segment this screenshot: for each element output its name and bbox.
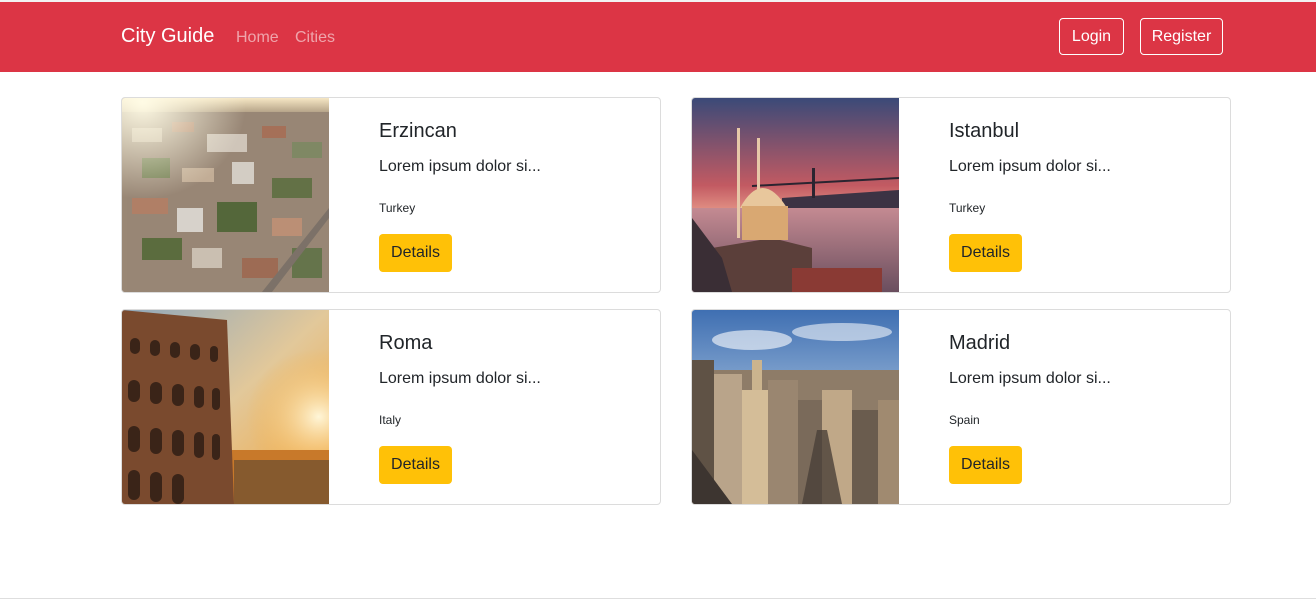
card-country: Italy bbox=[379, 413, 402, 427]
details-button[interactable]: Details bbox=[379, 234, 452, 272]
page: City Guide Home Cities Login Register Er… bbox=[0, 0, 1316, 614]
city-image-madrid bbox=[692, 310, 899, 504]
card-text: Lorem ipsum dolor si... bbox=[949, 370, 1111, 387]
details-button[interactable]: Details bbox=[949, 234, 1022, 272]
brand-link[interactable]: City Guide bbox=[121, 25, 214, 48]
register-button[interactable]: Register bbox=[1140, 18, 1223, 55]
details-button[interactable]: Details bbox=[949, 446, 1022, 484]
footer-divider bbox=[0, 598, 1316, 599]
nav-link-home[interactable]: Home bbox=[236, 29, 279, 47]
city-card-madrid: Madrid Lorem ipsum dolor si... Spain Det… bbox=[691, 309, 1231, 505]
card-country: Spain bbox=[949, 413, 980, 427]
city-card-istanbul: Istanbul Lorem ipsum dolor si... Turkey … bbox=[691, 97, 1231, 293]
card-country: Turkey bbox=[949, 201, 986, 215]
city-image-roma bbox=[122, 310, 329, 504]
city-image-istanbul bbox=[692, 98, 899, 292]
card-text: Lorem ipsum dolor si... bbox=[379, 370, 541, 387]
card-title: Istanbul bbox=[949, 120, 1020, 142]
city-card-roma: Roma Lorem ipsum dolor si... Italy Detai… bbox=[121, 309, 661, 505]
card-title: Erzincan bbox=[379, 120, 457, 142]
city-image-erzincan bbox=[122, 98, 329, 292]
card-title: Madrid bbox=[949, 332, 1011, 354]
card-country: Turkey bbox=[379, 201, 416, 215]
nav-link-cities[interactable]: Cities bbox=[295, 29, 335, 47]
card-text: Lorem ipsum dolor si... bbox=[379, 158, 541, 175]
details-button[interactable]: Details bbox=[379, 446, 452, 484]
city-card-erzincan: Erzincan Lorem ipsum dolor si... Turkey … bbox=[121, 97, 661, 293]
navbar: City Guide Home Cities Login Register bbox=[0, 2, 1316, 72]
card-title: Roma bbox=[379, 332, 433, 354]
card-text: Lorem ipsum dolor si... bbox=[949, 158, 1111, 175]
login-button[interactable]: Login bbox=[1059, 18, 1124, 55]
